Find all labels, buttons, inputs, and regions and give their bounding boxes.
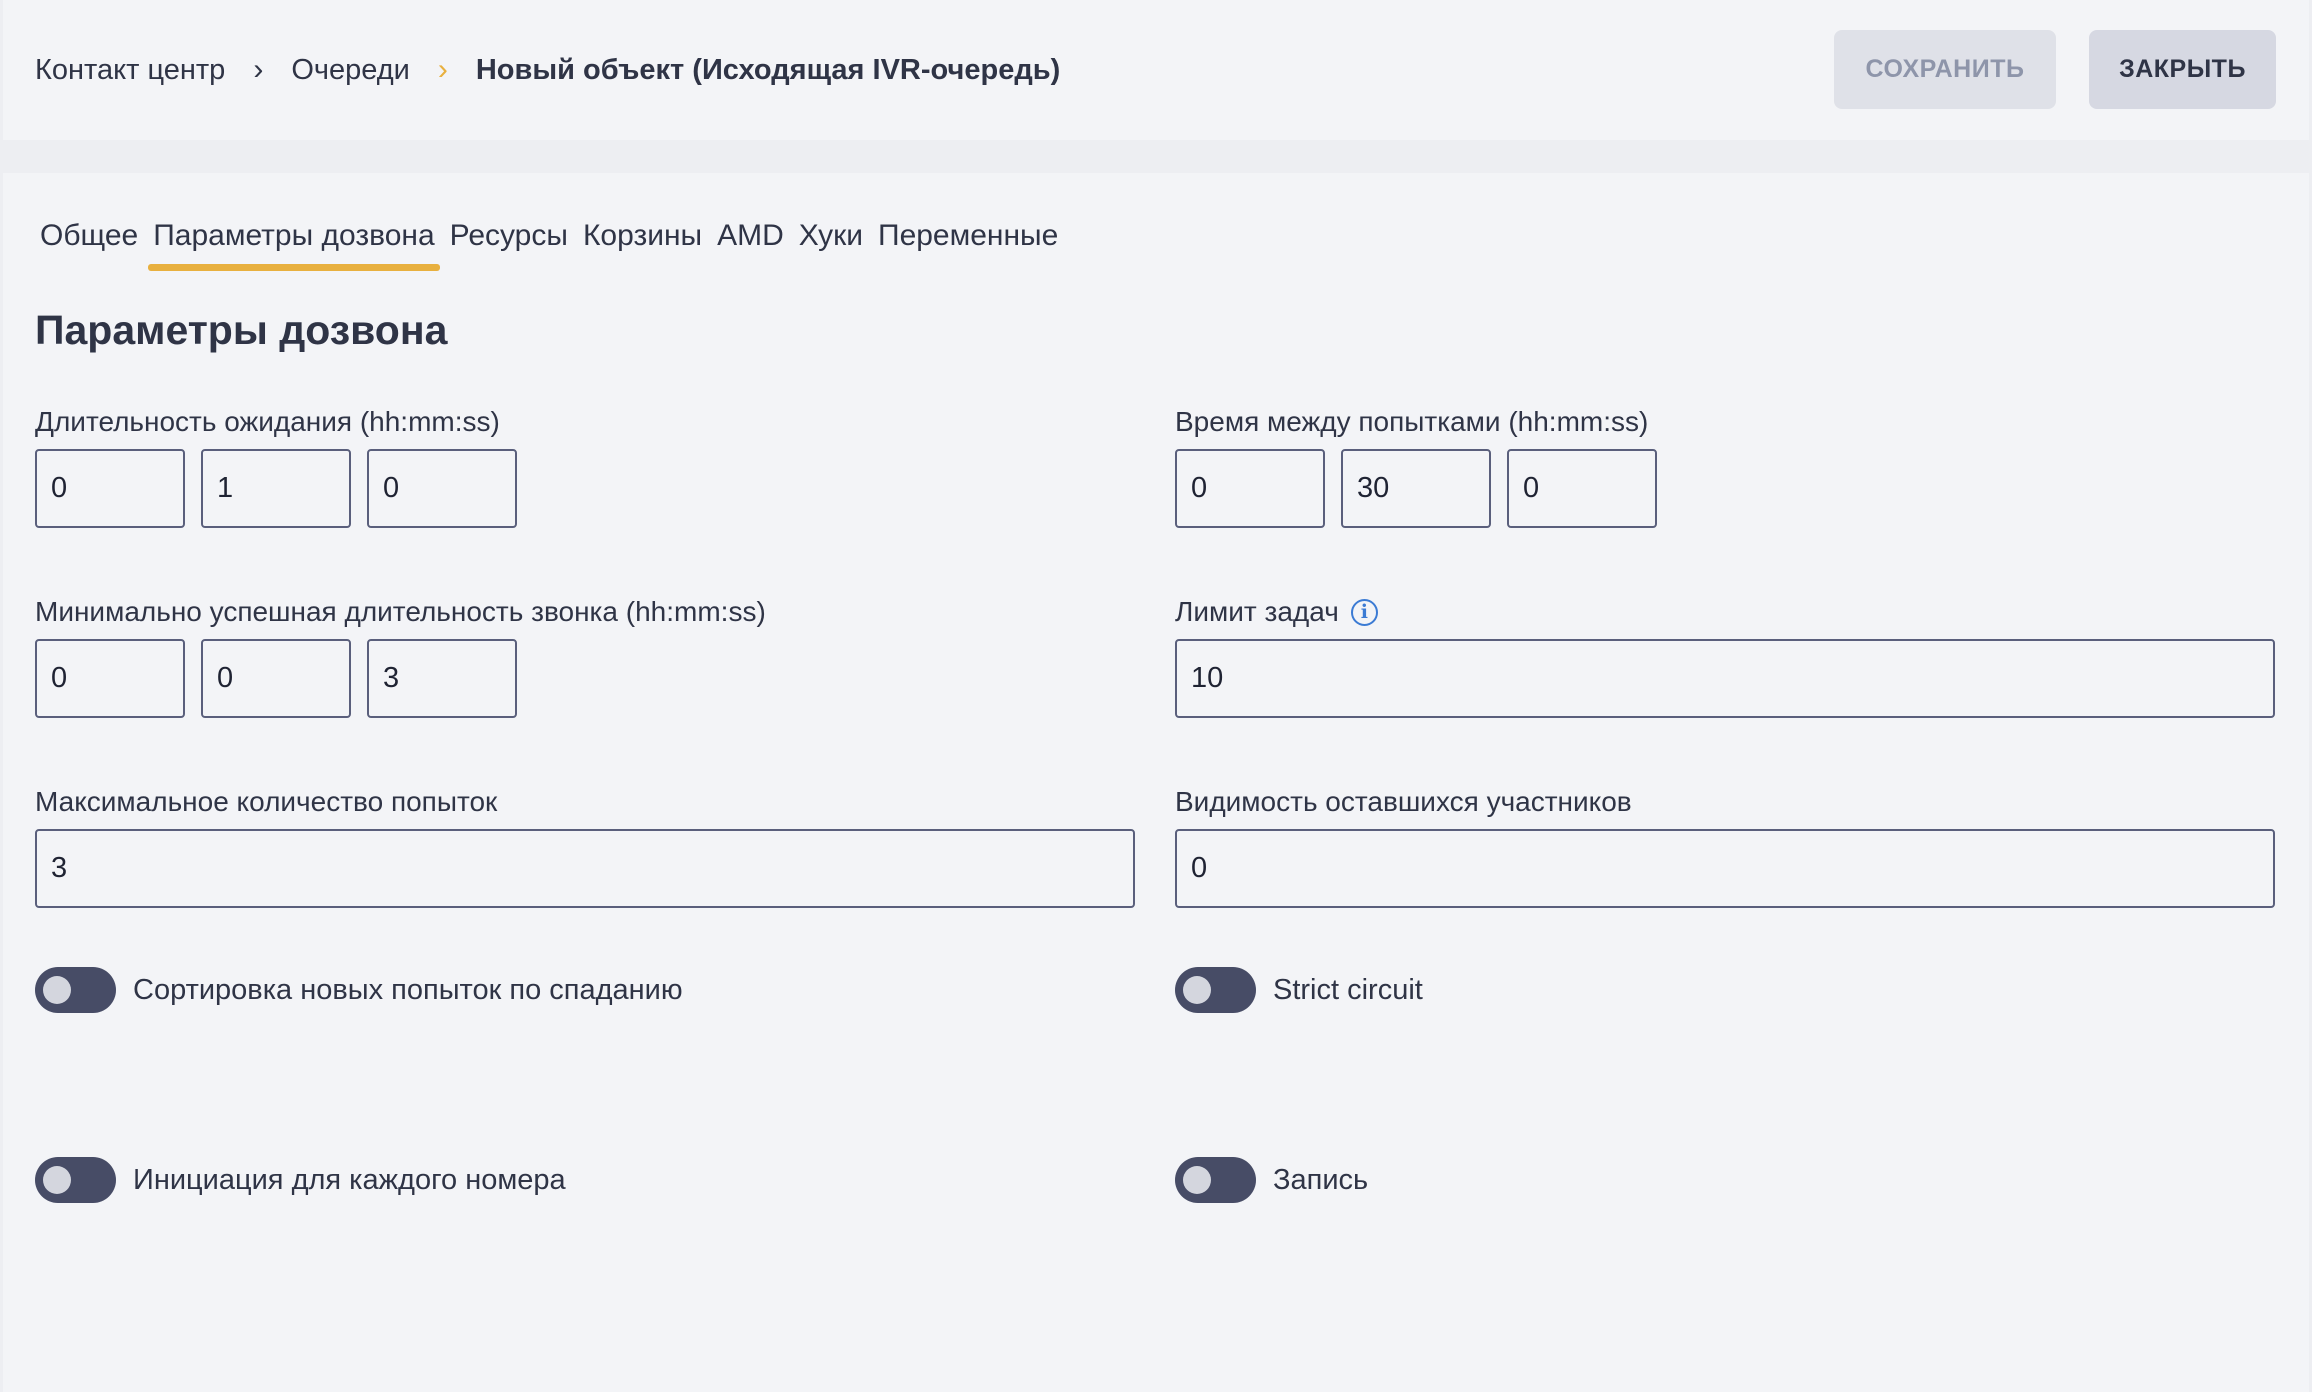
retry-interval-seconds-input[interactable] [1507, 449, 1657, 528]
remaining-visibility-field: Видимость оставшихся участников [1175, 783, 2275, 908]
remaining-visibility-input[interactable] [1175, 829, 2275, 908]
max-attempts-field: Максимальное количество попыток [35, 783, 1135, 908]
save-button[interactable]: СОХРАНИТЬ [1834, 30, 2056, 109]
breadcrumb-current: Новый объект (Исходящая IVR-очередь) [475, 53, 1061, 86]
page-header: Контакт центр › Очереди › Новый объект (… [3, 0, 2309, 140]
tab-dial-params[interactable]: Параметры дозвона [148, 211, 441, 271]
task-limit-input[interactable] [1175, 639, 2275, 718]
wait-duration-hours-input[interactable] [35, 449, 185, 528]
strict-circuit-row: Strict circuit [1175, 967, 1423, 1013]
min-success-duration-field: Минимально успешная длительность звонка … [35, 593, 766, 718]
toggle-knob [43, 1166, 71, 1194]
info-icon[interactable]: i [1350, 598, 1378, 626]
wait-duration-label: Длительность ожидания (hh:mm:ss) [35, 406, 500, 437]
toggle-knob [43, 976, 71, 1004]
breadcrumb-queues[interactable]: Очереди [291, 54, 410, 87]
tab-bar: Общее Параметры дозвона Ресурсы Корзины … [35, 211, 1068, 271]
min-success-duration-label: Минимально успешная длительность звонка … [35, 596, 766, 627]
sort-desc-toggle[interactable] [35, 967, 116, 1013]
retry-interval-field: Время между попытками (hh:mm:ss) [1175, 403, 1673, 528]
tab-resources[interactable]: Ресурсы [445, 211, 573, 271]
retry-interval-hours-input[interactable] [1175, 449, 1325, 528]
form-panel: Общее Параметры дозвона Ресурсы Корзины … [3, 173, 2309, 1392]
breadcrumb-contact-center[interactable]: Контакт центр [35, 54, 225, 87]
retry-interval-minutes-input[interactable] [1341, 449, 1491, 528]
chevron-right-icon: › [437, 53, 448, 86]
min-success-seconds-input[interactable] [367, 639, 517, 718]
wait-duration-seconds-input[interactable] [367, 449, 517, 528]
max-attempts-input[interactable] [35, 829, 1135, 908]
tab-buckets[interactable]: Корзины [578, 211, 707, 271]
per-number-init-toggle[interactable] [35, 1157, 116, 1203]
strict-circuit-label: Strict circuit [1273, 973, 1423, 1006]
retry-interval-label: Время между попытками (hh:mm:ss) [1175, 406, 1649, 437]
tab-variables[interactable]: Переменные [873, 211, 1063, 271]
max-attempts-label: Максимальное количество попыток [35, 786, 498, 817]
task-limit-label: Лимит задач [1175, 596, 1339, 627]
min-success-minutes-input[interactable] [201, 639, 351, 718]
strict-circuit-toggle[interactable] [1175, 967, 1256, 1013]
per-number-init-label: Инициация для каждого номера [133, 1163, 566, 1196]
task-limit-field: Лимит задач i [1175, 593, 2275, 718]
per-number-init-row: Инициация для каждого номера [35, 1157, 566, 1203]
sort-desc-label: Сортировка новых попыток по спаданию [133, 973, 683, 1006]
tab-hooks[interactable]: Хуки [794, 211, 868, 271]
recording-toggle[interactable] [1175, 1157, 1256, 1203]
toggle-knob [1183, 1166, 1211, 1194]
toggle-knob [1183, 976, 1211, 1004]
recording-label: Запись [1273, 1163, 1369, 1196]
wait-duration-field: Длительность ожидания (hh:mm:ss) [35, 403, 533, 528]
min-success-hours-input[interactable] [35, 639, 185, 718]
recording-row: Запись [1175, 1157, 1368, 1203]
wait-duration-minutes-input[interactable] [201, 449, 351, 528]
section-title: Параметры дозвона [35, 307, 448, 353]
tab-amd[interactable]: AMD [712, 211, 789, 271]
tab-general[interactable]: Общее [35, 211, 143, 271]
sort-desc-row: Сортировка новых попыток по спаданию [35, 967, 683, 1013]
chevron-right-icon: › [253, 53, 264, 86]
remaining-visibility-label: Видимость оставшихся участников [1175, 786, 1632, 817]
close-button[interactable]: ЗАКРЫТЬ [2089, 30, 2276, 109]
breadcrumb: Контакт центр › Очереди › Новый объект (… [35, 0, 1060, 140]
